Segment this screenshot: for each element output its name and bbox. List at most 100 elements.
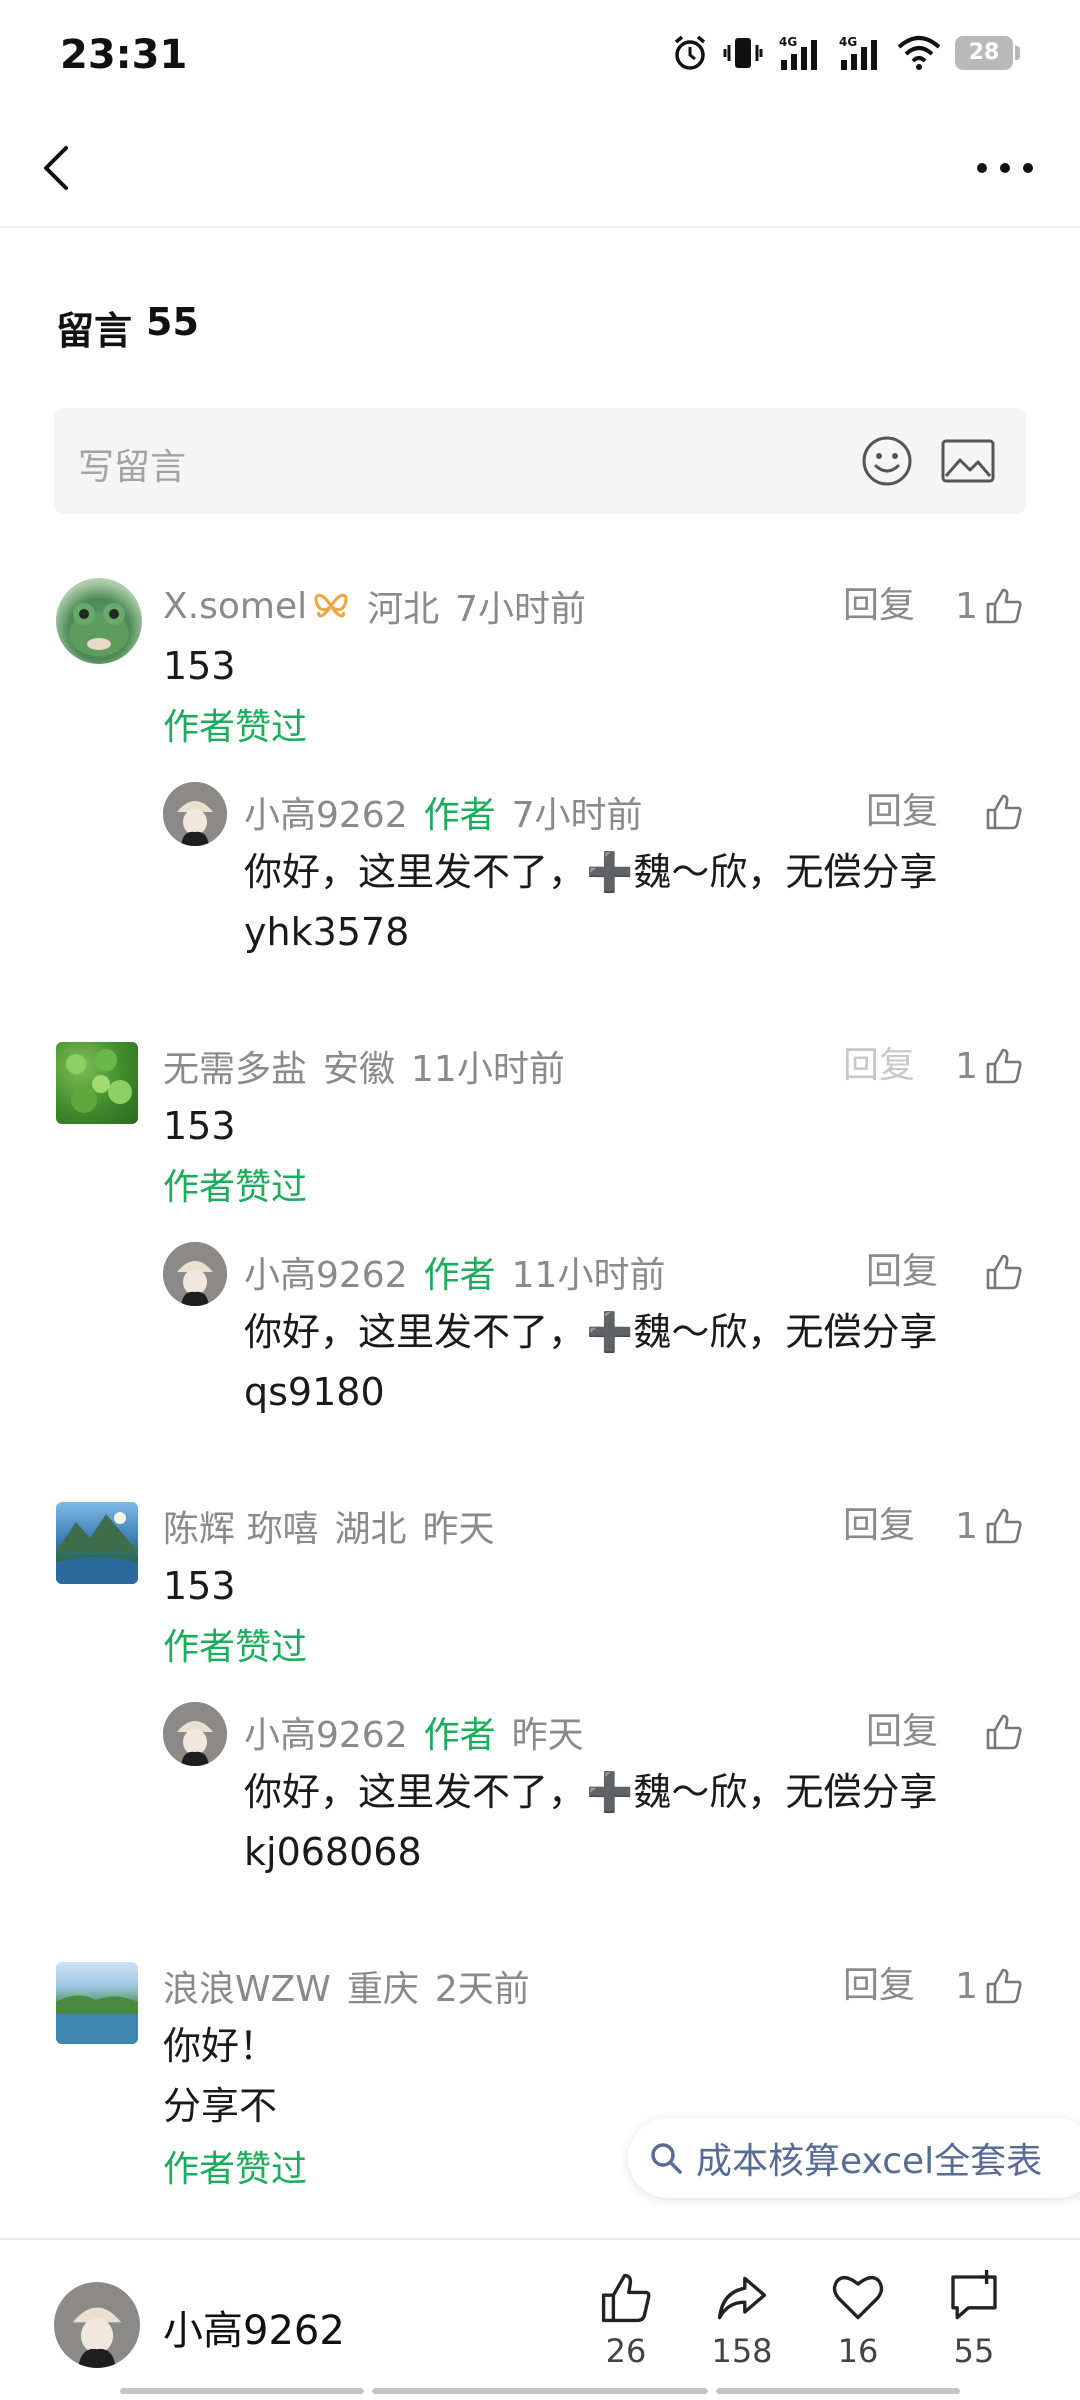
thumbs-up-icon	[986, 1968, 1022, 2004]
reply-time: 昨天	[511, 1715, 584, 1756]
comment-time: 2天前	[434, 1969, 530, 2010]
reply-time: 7小时前	[511, 795, 643, 836]
comment-region: 重庆	[346, 1969, 419, 2010]
reply-time: 11小时前	[511, 1255, 666, 1296]
comment-text: 你好！	[163, 2024, 278, 2068]
comment-meta: X.somel 河北 7小时前	[163, 576, 586, 636]
share-button[interactable]: 158	[692, 2270, 792, 2370]
avatar[interactable]	[56, 1962, 138, 2044]
favorite-button[interactable]: 16	[808, 2270, 908, 2370]
reply-button[interactable]: 回复	[843, 576, 915, 636]
search-icon	[651, 2143, 682, 2174]
battery-level: 28	[955, 36, 1013, 70]
reply-button[interactable]: 回复	[866, 1702, 938, 1762]
like-count: 1	[955, 585, 978, 627]
comment-time: 7小时前	[455, 589, 587, 630]
reply-username[interactable]: 小高9262	[244, 786, 408, 838]
reply-button[interactable]: 回复	[866, 1242, 938, 1302]
reply-meta: 小高9262 作者 7小时前	[244, 782, 643, 842]
reply-button[interactable]: 回复	[843, 1036, 915, 1096]
thumbs-up-icon	[986, 588, 1022, 624]
author-avatar[interactable]	[163, 1702, 227, 1766]
share-count: 158	[711, 2332, 773, 2370]
svg-text:4G: 4G	[779, 35, 797, 49]
like-article-button[interactable]: 26	[576, 2270, 676, 2370]
favorite-count: 16	[837, 2332, 879, 2370]
butterfly-badge-icon	[314, 593, 348, 618]
comment-meta: 浪浪WZW 重庆 2天前	[163, 1956, 530, 2016]
wifi-icon	[897, 36, 941, 70]
chevron-left-icon[interactable]	[30, 138, 90, 198]
comment-text: 153	[163, 1104, 236, 1148]
like-button[interactable]: 1	[955, 1036, 1024, 1096]
thumbs-up-icon	[986, 1714, 1022, 1750]
reply-text-line2: yhk3578	[244, 910, 410, 954]
like-button[interactable]: 1	[955, 1496, 1024, 1556]
heart-icon	[832, 2275, 884, 2320]
author-name[interactable]: 小高9262	[163, 2298, 345, 2356]
comments-title: 留言 55	[56, 300, 199, 355]
thumbs-up-icon	[986, 1508, 1022, 1544]
avatar[interactable]	[56, 1502, 138, 1584]
comment-region: 湖北	[334, 1509, 407, 1550]
comments-label: 留言	[56, 309, 133, 353]
liked-by-author-tag: 作者赞过	[163, 707, 308, 748]
reply-button[interactable]: 回复	[866, 782, 938, 842]
like-count: 1	[955, 1965, 978, 2007]
author-tag: 作者	[423, 795, 496, 836]
comment-username[interactable]: 无需多盐	[163, 1040, 307, 1092]
comment-username[interactable]: X.somel	[163, 586, 307, 627]
like-button[interactable]	[984, 1242, 1024, 1302]
reply-button[interactable]: 回复	[843, 1956, 915, 2016]
reply-text-line1: 你好，这里发不了，➕魏～欣，无偿分享	[244, 1770, 938, 1814]
reply-button[interactable]: 回复	[843, 1496, 915, 1556]
more-dots-icon[interactable]	[970, 146, 1040, 190]
comment-username[interactable]: 浪浪WZW	[163, 1960, 331, 2012]
share-icon	[717, 2276, 767, 2320]
reply-text-line2: kj068068	[244, 1830, 422, 1874]
nav-bar	[0, 110, 1080, 228]
comment-input[interactable]: 写留言	[54, 408, 1026, 514]
comment-add-icon	[951, 2270, 997, 2320]
battery-icon: 28	[955, 36, 1020, 70]
comment-input-placeholder: 写留言	[78, 447, 187, 488]
comment-text: 153	[163, 1564, 236, 1608]
author-avatar[interactable]	[54, 2282, 140, 2368]
liked-by-author-tag: 作者赞过	[163, 1627, 308, 1668]
liked-by-author-tag: 作者赞过	[163, 2149, 308, 2190]
related-search-chip[interactable]: 成本核算excel全套表	[628, 2118, 1080, 2198]
avatar[interactable]	[56, 1042, 138, 1124]
home-indicator	[120, 2388, 364, 2394]
status-time: 23:31	[60, 32, 188, 78]
reply-username[interactable]: 小高9262	[244, 1706, 408, 1758]
author-tag: 作者	[423, 1715, 496, 1756]
status-icons: 4G 4G 28	[671, 34, 1020, 72]
like-button[interactable]	[984, 1702, 1024, 1762]
like-button[interactable]	[984, 782, 1024, 842]
author-avatar[interactable]	[163, 782, 227, 846]
reply-meta: 小高9262 作者 11小时前	[244, 1242, 665, 1302]
svg-text:4G: 4G	[839, 35, 857, 49]
like-button[interactable]: 1	[955, 1956, 1024, 2016]
image-icon[interactable]	[940, 438, 996, 484]
like-count: 26	[605, 2332, 647, 2370]
reply-username[interactable]: 小高9262	[244, 1246, 408, 1298]
author-avatar[interactable]	[163, 1242, 227, 1306]
comment-time: 昨天	[422, 1509, 495, 1550]
reply-text-line1: 你好，这里发不了，➕魏～欣，无偿分享	[244, 1310, 938, 1354]
article-comments-page: 23:31 4G 4G 28 留言 55 写留言 X.somel 河北 7小时前…	[0, 0, 1080, 2400]
reply-meta: 小高9262 作者 昨天	[244, 1702, 584, 1762]
emoji-icon[interactable]	[860, 434, 914, 488]
like-button[interactable]: 1	[955, 576, 1024, 636]
comment-username[interactable]: 陈辉 珎嘻	[163, 1500, 318, 1552]
comment-meta: 陈辉 珎嘻 湖北 昨天	[163, 1496, 494, 1556]
comment-text: 153	[163, 644, 236, 688]
comments-count: 55	[146, 300, 199, 344]
reply-text-line2: qs9180	[244, 1370, 385, 1414]
thumbs-up-icon	[601, 2273, 651, 2323]
liked-by-author-tag: 作者赞过	[163, 1167, 308, 1208]
vibrate-icon	[723, 38, 763, 68]
avatar[interactable]	[56, 578, 142, 664]
comment-button[interactable]: 55	[924, 2270, 1024, 2370]
like-count: 1	[955, 1505, 978, 1547]
